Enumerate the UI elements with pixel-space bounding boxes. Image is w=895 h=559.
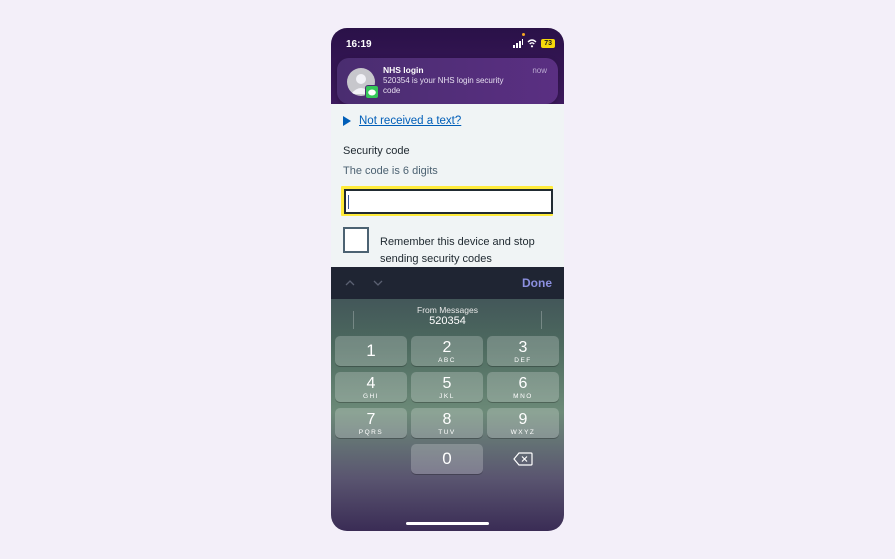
backspace-icon (513, 452, 533, 466)
phone-screen: 16:19 73 NHS login 520354 is your NHS lo… (331, 28, 564, 531)
suggestion-source: From Messages (417, 305, 478, 315)
remember-device-label: Remember this device and stop sending se… (380, 236, 535, 265)
security-code-hint: The code is 6 digits (343, 165, 438, 177)
wifi-icon (527, 39, 537, 48)
status-icons: 73 (513, 39, 555, 48)
home-indicator[interactable] (406, 522, 489, 525)
delete-key[interactable] (487, 444, 559, 474)
security-code-form: Not received a text? Security code The c… (331, 104, 564, 267)
security-code-input[interactable] (344, 189, 553, 214)
suggestion-code: 520354 (429, 315, 466, 327)
suggestion-divider (353, 311, 354, 329)
numeric-keyboard: Done From Messages 520354 1 2 ABC 3 DEF … (331, 267, 564, 531)
signal-icon (513, 39, 524, 48)
battery-icon: 73 (541, 39, 555, 48)
chevron-up-icon[interactable] (345, 278, 355, 288)
not-received-link[interactable]: Not received a text? (359, 115, 461, 127)
key-9[interactable]: 9 WXYZ (487, 408, 559, 438)
not-received-details[interactable]: Not received a text? (343, 115, 461, 127)
done-button[interactable]: Done (522, 276, 552, 290)
key-5[interactable]: 5 JKL (411, 372, 483, 402)
status-time: 16:19 (346, 39, 372, 50)
focus-ring (341, 186, 553, 216)
messages-icon (365, 85, 379, 99)
key-1[interactable]: 1 (335, 336, 407, 366)
keyboard-toolbar: Done (331, 267, 564, 299)
privacy-indicator-dot (522, 33, 525, 36)
suggestion-divider (541, 311, 542, 329)
key-2[interactable]: 2 ABC (411, 336, 483, 366)
key-0[interactable]: 0 (411, 444, 483, 474)
key-7[interactable]: 7 PQRS (335, 408, 407, 438)
notification-message: 520354 is your NHS login security code (383, 76, 504, 95)
expand-triangle-icon (343, 116, 351, 126)
security-code-label: Security code (343, 145, 410, 157)
notification-title: NHS login (383, 65, 424, 75)
notification-time: now (532, 66, 547, 75)
code-autofill-suggestion[interactable]: From Messages 520354 (331, 303, 564, 333)
sms-notification[interactable]: NHS login 520354 is your NHS login secur… (337, 58, 558, 104)
key-8[interactable]: 8 TUV (411, 408, 483, 438)
key-4[interactable]: 4 GHI (335, 372, 407, 402)
key-3[interactable]: 3 DEF (487, 336, 559, 366)
key-6[interactable]: 6 MNO (487, 372, 559, 402)
text-caret (348, 195, 349, 209)
chevron-down-icon[interactable] (373, 278, 383, 288)
remember-device-checkbox[interactable] (343, 227, 369, 253)
